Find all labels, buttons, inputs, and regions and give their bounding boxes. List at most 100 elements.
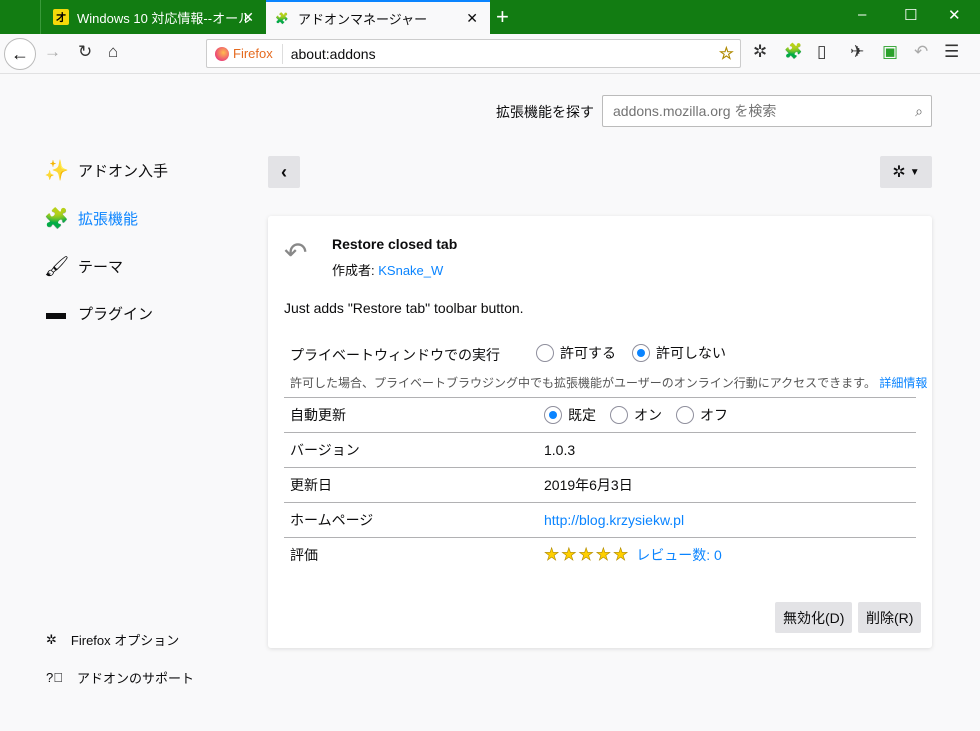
tab-title: アドオンマネージャー: [298, 11, 428, 27]
search-input[interactable]: addons.mozilla.org を検索 ⌕: [602, 95, 932, 127]
find-extensions-label: 拡張機能を探す: [496, 104, 594, 120]
minimize-button[interactable]: –: [858, 6, 866, 23]
sidebar-icon[interactable]: ▯: [817, 42, 826, 62]
star-icon: ★: [613, 545, 629, 565]
radio-allow[interactable]: [536, 344, 554, 362]
radio-label: 許可する: [560, 345, 616, 361]
gear-icon: ✲: [892, 164, 906, 181]
gear-icon[interactable]: ✲: [753, 42, 767, 62]
bookmark-star-icon[interactable]: ☆: [718, 43, 734, 64]
radio-label: オフ: [700, 407, 728, 423]
author-row: 作成者: KSnake_W: [332, 260, 443, 279]
private-options: 許可する 許可しない: [536, 343, 726, 363]
plugin-icon: ▬: [46, 302, 66, 324]
gear-icon: ✲: [46, 631, 57, 647]
addon-detail-card: ↶ Restore closed tab 作成者: KSnake_W Just …: [268, 216, 932, 648]
radio-default[interactable]: [544, 406, 562, 424]
url-bar[interactable]: Firefox about:addons ☆: [206, 39, 741, 68]
menu-icon[interactable]: ☰: [944, 42, 959, 62]
sparkle-icon: ✨: [44, 160, 69, 182]
private-note: 許可した場合、プライベートブラウジング中でも拡張機能がユーザーのオンライン行動に…: [290, 374, 927, 391]
homepage-row: ホームページ http://blog.krzysiekw.pl: [284, 502, 916, 537]
reviews-link[interactable]: レビュー数: 0: [636, 545, 722, 565]
row-label: 評価: [290, 547, 318, 563]
radio-deny[interactable]: [632, 344, 650, 362]
sidebar-label: プラグイン: [78, 306, 154, 323]
robot-icon[interactable]: ▣: [882, 42, 898, 62]
tab-windows10[interactable]: オ Windows 10 対応情報--オールフリ ✕: [40, 0, 266, 34]
homepage-link[interactable]: http://blog.krzysiekw.pl: [544, 512, 684, 528]
url-text[interactable]: about:addons: [283, 46, 376, 62]
extensions-icon[interactable]: 🧩: [784, 42, 803, 60]
updated-row: 更新日 2019年6月3日: [284, 467, 916, 502]
row-label: 更新日: [290, 477, 332, 493]
sidebar-item-discover[interactable]: ✨ アドオン入手: [44, 158, 168, 183]
row-label: バージョン: [290, 442, 360, 458]
restore-tab-icon[interactable]: ↶: [914, 42, 928, 62]
row-label: ホームページ: [290, 512, 374, 528]
close-tab-icon[interactable]: ✕: [466, 10, 478, 27]
tools-menu-button[interactable]: ✲ ▼: [880, 156, 932, 188]
sidebar-item-extensions[interactable]: 🧩 拡張機能: [44, 206, 138, 231]
pin-icon[interactable]: ✈: [850, 42, 864, 62]
close-tab-icon[interactable]: ✕: [242, 9, 254, 26]
site-favicon: オ: [53, 9, 69, 25]
author-label: 作成者:: [332, 263, 375, 278]
nav-toolbar: ← → ↻ ⌂ Firefox about:addons ☆ ✲ 🧩 ▯ ✈ ▣…: [0, 34, 980, 74]
rating-row: 評価 ★ ★ ★ ★ ★ レビュー数: 0: [284, 537, 916, 572]
addon-name: Restore closed tab: [332, 236, 458, 252]
link-label: Firefox オプション: [70, 633, 180, 648]
forward-button[interactable]: →: [44, 42, 61, 62]
sidebar-label: 拡張機能: [78, 211, 139, 228]
chevron-down-icon: ▼: [909, 166, 920, 178]
addon-description: Just adds "Restore tab" toolbar button.: [284, 300, 524, 316]
addon-support-link[interactable]: ?⃝ アドオンのサポート: [46, 668, 194, 687]
maximize-button[interactable]: ☐: [904, 6, 917, 24]
sidebar-item-themes[interactable]: 🖌 テーマ: [44, 254, 123, 279]
radio-label: 許可しない: [656, 345, 726, 361]
disable-button[interactable]: 無効化(D): [775, 602, 853, 633]
updated-value: 2019年6月3日: [544, 477, 633, 493]
radio-label: 既定: [568, 407, 596, 423]
star-icon: ★: [595, 545, 611, 565]
star-icon: ★: [578, 545, 594, 565]
star-icon: ★: [561, 545, 577, 565]
tab-addons-manager[interactable]: 🧩 アドオンマネージャー ✕: [266, 0, 490, 34]
radio-label: オン: [634, 407, 662, 423]
star-icon: ★: [544, 545, 560, 565]
auto-update-options: 既定 オン オフ: [544, 405, 728, 425]
reload-button[interactable]: ↻: [78, 42, 92, 62]
search-icon: ⌕: [915, 102, 923, 119]
link-label: アドオンのサポート: [76, 671, 194, 686]
note-text: 許可した場合、プライベートブラウジング中でも拡張機能がユーザーのオンライン行動に…: [290, 376, 876, 390]
version-value: 1.0.3: [544, 442, 576, 458]
firefox-options-link[interactable]: ✲ Firefox オプション: [46, 630, 179, 649]
close-window-button[interactable]: ✕: [948, 6, 961, 24]
radio-off[interactable]: [676, 406, 694, 424]
remove-button[interactable]: 削除(R): [858, 602, 922, 633]
title-bar: オ Windows 10 対応情報--オールフリ ✕ 🧩 アドオンマネージャー …: [0, 0, 980, 34]
new-tab-button[interactable]: +: [496, 4, 509, 30]
sidebar-label: アドオン入手: [78, 163, 169, 180]
brush-icon: 🖌: [44, 256, 70, 278]
addon-icon: ↶: [284, 237, 308, 268]
back-button[interactable]: ←: [4, 38, 36, 70]
version-row: バージョン 1.0.3: [284, 432, 916, 467]
back-to-list-button[interactable]: ‹: [268, 156, 300, 188]
puzzle-icon: 🧩: [275, 12, 289, 25]
tab-title: Windows 10 対応情報--オールフリ: [77, 10, 252, 26]
radio-on[interactable]: [610, 406, 628, 424]
firefox-icon: [215, 46, 229, 61]
private-label: プライベートウィンドウでの実行: [290, 347, 500, 363]
sidebar-item-plugins[interactable]: ▬ プラグイン: [44, 302, 153, 325]
identity-box[interactable]: Firefox: [207, 43, 283, 64]
row-label: 自動更新: [290, 407, 346, 423]
home-button[interactable]: ⌂: [108, 42, 118, 62]
search-placeholder: addons.mozilla.org を検索: [613, 103, 777, 119]
learn-more-link[interactable]: 詳細情報: [879, 376, 927, 390]
sidebar-label: テーマ: [78, 259, 124, 276]
identity-label: Firefox: [233, 46, 273, 61]
author-link[interactable]: KSnake_W: [378, 263, 443, 278]
help-icon: ?⃝: [46, 670, 63, 685]
auto-update-row: 自動更新 既定 オン オフ: [284, 397, 916, 432]
